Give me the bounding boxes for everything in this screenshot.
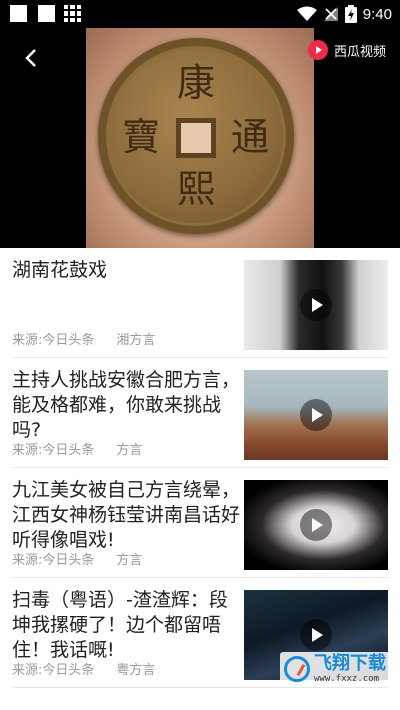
item-tag: 方言 bbox=[116, 553, 143, 568]
watermark-logo: 飞翔下载 www.fxxz.com bbox=[280, 652, 390, 686]
notification-square-icon bbox=[38, 5, 55, 22]
item-meta: 来源:今日头条 粤方言 bbox=[12, 659, 155, 678]
item-thumbnail[interactable] bbox=[244, 480, 388, 570]
coin-char-left: 寶 bbox=[122, 115, 161, 159]
item-source: 来源:今日头条 bbox=[12, 333, 95, 348]
coin-char-top: 康 bbox=[177, 61, 216, 105]
item-thumbnail[interactable] bbox=[244, 370, 388, 460]
watermark-url: www.fxxz.com bbox=[314, 674, 380, 684]
item-tag: 湘方言 bbox=[116, 333, 156, 348]
play-icon[interactable] bbox=[300, 289, 332, 321]
grid-icon bbox=[64, 5, 81, 22]
item-meta: 来源:今日头条 湘方言 bbox=[12, 329, 155, 348]
coin-char-bottom: 熙 bbox=[177, 167, 216, 211]
brand-label: 西瓜视频 bbox=[333, 44, 386, 60]
item-tag: 粤方言 bbox=[116, 663, 156, 678]
battery-charging-icon bbox=[344, 5, 357, 23]
no-signal-icon bbox=[323, 7, 338, 21]
item-title: 主持人挑战安徽合肥方言，能及格都难，你敢来挑战吗? bbox=[12, 369, 241, 441]
list-item[interactable]: 主持人挑战安徽合肥方言，能及格都难，你敢来挑战吗? 来源:今日头条 方言 bbox=[0, 358, 400, 468]
video-player[interactable]: 康 熙 通 寶 西瓜视频 bbox=[0, 28, 400, 248]
item-tag: 方言 bbox=[116, 443, 143, 458]
wifi-icon bbox=[296, 6, 317, 21]
coin-hole bbox=[176, 118, 216, 158]
item-source: 来源:今日头条 bbox=[12, 663, 95, 678]
status-time: 9:40 bbox=[362, 5, 392, 23]
item-title: 九江美女被自己方言绕晕，江西女神杨钰莹讲南昌话好听得像唱戏! bbox=[12, 479, 241, 551]
watermark-icon bbox=[284, 656, 310, 682]
notification-square-icon bbox=[10, 5, 27, 22]
back-arrow-icon[interactable] bbox=[20, 46, 44, 70]
play-icon[interactable] bbox=[300, 509, 332, 541]
xigua-brand[interactable]: 西瓜视频 bbox=[307, 40, 386, 60]
coin-image: 康 熙 通 寶 bbox=[98, 38, 294, 234]
coin-char-right: 通 bbox=[231, 115, 270, 159]
item-source: 来源:今日头条 bbox=[12, 553, 95, 568]
item-source: 来源:今日头条 bbox=[12, 443, 95, 458]
video-frame: 康 熙 通 寶 bbox=[86, 28, 314, 248]
watermark-title: 飞翔下载 bbox=[314, 653, 386, 674]
play-icon[interactable] bbox=[300, 399, 332, 431]
play-icon[interactable] bbox=[300, 619, 332, 651]
item-meta: 来源:今日头条 方言 bbox=[12, 439, 142, 458]
list-item[interactable]: 湖南花鼓戏 来源:今日头条 湘方言 bbox=[0, 248, 400, 358]
item-meta: 来源:今日头条 方言 bbox=[12, 549, 142, 568]
list-item[interactable]: 九江美女被自己方言绕晕，江西女神杨钰莹讲南昌话好听得像唱戏! 来源:今日头条 方… bbox=[0, 468, 400, 578]
item-title: 湖南花鼓戏 bbox=[12, 259, 108, 281]
divider bbox=[12, 687, 388, 688]
xigua-logo-icon bbox=[307, 40, 328, 60]
item-title: 扫毒（粤语）-渣渣辉：段坤我摞硬了！边个都留唔住！我话嘅! bbox=[12, 589, 228, 661]
item-thumbnail[interactable] bbox=[244, 260, 388, 350]
status-bar: 9:40 bbox=[0, 0, 400, 28]
